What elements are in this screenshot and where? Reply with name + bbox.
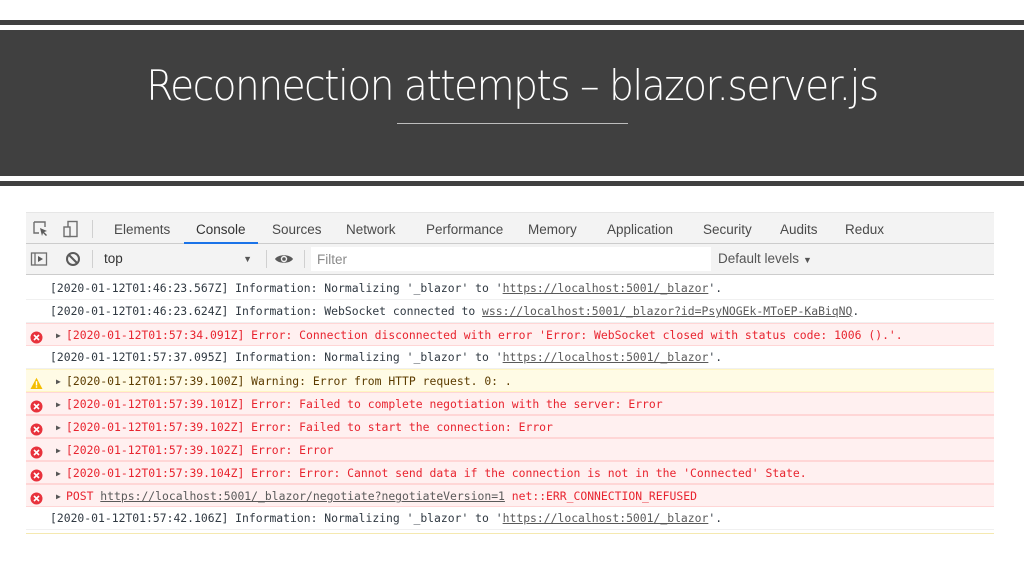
- error-icon: [30, 467, 43, 482]
- message-text: [2020-01-12T01:57:39.100Z] Warning: Erro…: [66, 374, 512, 388]
- console-message-info: [2020-01-12T01:46:23.567Z] Information: …: [26, 277, 994, 300]
- inspect-element-icon[interactable]: [32, 220, 50, 238]
- bottom-divider-bar: [0, 181, 1024, 186]
- devtools-panel: Elements Console Sources Network Performance…: [26, 212, 994, 534]
- log-levels-dropdown[interactable]: Default levels ▼: [718, 244, 812, 274]
- error-icon: [30, 329, 43, 344]
- error-icon: [30, 398, 43, 413]
- tab-console[interactable]: Console: [184, 213, 258, 244]
- console-message-error[interactable]: ▶ [2020-01-12T01:57:39.102Z] Error: Faile…: [26, 415, 994, 438]
- console-message-error[interactable]: ▶ [2020-01-12T01:57:39.101Z] Error: Faile…: [26, 392, 994, 415]
- expand-triangle-icon[interactable]: ▶: [56, 393, 66, 414]
- filter-field: [311, 247, 711, 271]
- message-text: [2020-01-12T01:57:39.104Z] Error: Error:…: [66, 466, 807, 480]
- message-text: [2020-01-12T01:46:23.624Z] Information: …: [50, 304, 483, 318]
- console-message-info: [2020-01-12T01:57:42.106Z] Information: …: [26, 507, 994, 530]
- chevron-down-icon: ▼: [803, 255, 812, 265]
- top-divider-bar: [0, 20, 1024, 25]
- message-suffix: '.: [708, 511, 723, 525]
- message-link[interactable]: https://localhost:5001/_blazor: [503, 350, 709, 364]
- filter-input[interactable]: [311, 247, 711, 271]
- message-suffix: '.: [708, 281, 723, 295]
- tab-redux[interactable]: Redux: [833, 213, 896, 244]
- live-expression-icon[interactable]: [274, 250, 293, 268]
- toolbar-separator: [304, 250, 305, 268]
- tab-elements[interactable]: Elements: [102, 213, 182, 244]
- message-text: [2020-01-12T01:57:39.102Z] Error: Failed…: [66, 420, 553, 434]
- message-text: [2020-01-12T01:57:34.091Z] Error: Connec…: [66, 328, 903, 342]
- error-icon: [30, 444, 43, 459]
- message-text: [2020-01-12T01:57:39.102Z] Error: Error: [66, 443, 334, 457]
- console-message-info: [2020-01-12T01:57:37.095Z] Information: …: [26, 346, 994, 369]
- toolbar-separator: [92, 220, 93, 238]
- expand-triangle-icon[interactable]: ▶: [56, 439, 66, 460]
- expand-triangle-icon[interactable]: ▶: [56, 485, 66, 506]
- log-levels-label: Default levels: [718, 251, 800, 266]
- message-link[interactable]: https://localhost:5001/_blazor/negotiate…: [100, 489, 505, 503]
- console-message-error[interactable]: ▶ [2020-01-12T01:57:39.102Z] Error: Error: [26, 438, 994, 461]
- tab-audits[interactable]: Audits: [768, 213, 830, 244]
- expand-triangle-icon[interactable]: ▶: [56, 462, 66, 483]
- message-suffix: net::ERR_CONNECTION_REFUSED: [504, 489, 697, 503]
- expand-triangle-icon[interactable]: ▶: [56, 416, 66, 437]
- error-icon: [30, 421, 43, 436]
- tab-performance[interactable]: Performance: [414, 213, 515, 244]
- message-suffix: '.: [708, 350, 723, 364]
- expand-triangle-icon[interactable]: ▶: [56, 324, 66, 345]
- toolbar-separator: [92, 250, 93, 268]
- chevron-down-icon: ▼: [243, 254, 252, 264]
- message-suffix: .: [852, 304, 860, 318]
- show-sidebar-icon[interactable]: [30, 250, 48, 268]
- console-messages: [2020-01-12T01:46:23.567Z] Information: …: [26, 277, 994, 530]
- tab-network[interactable]: Network: [334, 213, 408, 244]
- slide-title: Reconnection attempts – blazor.server.js: [146, 61, 879, 110]
- tab-application[interactable]: Application: [595, 213, 685, 244]
- expand-triangle-icon[interactable]: ▶: [56, 370, 66, 391]
- message-text: [2020-01-12T01:57:37.095Z] Information: …: [50, 350, 503, 364]
- tab-security[interactable]: Security: [691, 213, 764, 244]
- warning-icon: [30, 375, 43, 389]
- console-message-error[interactable]: ▶ [2020-01-12T01:57:39.104Z] Error: Error…: [26, 461, 994, 484]
- console-message-error[interactable]: ▶ POST https://localhost:5001/_blazor/neg…: [26, 484, 994, 507]
- console-message-error[interactable]: ▶ [2020-01-12T01:57:34.091Z] Error: Conne…: [26, 323, 994, 346]
- console-prompt-divider: [26, 533, 994, 534]
- message-link[interactable]: wss://localhost:5001/_blazor?id=PsyNOGEk…: [482, 304, 852, 318]
- console-message-warning[interactable]: ▶ [2020-01-12T01:57:39.100Z] Warning: Err…: [26, 369, 994, 392]
- title-underline: [397, 123, 628, 124]
- message-link[interactable]: https://localhost:5001/_blazor: [503, 511, 709, 525]
- tab-memory[interactable]: Memory: [516, 213, 589, 244]
- devtools-tabbar: Elements Console Sources Network Performance…: [26, 212, 994, 244]
- clear-console-icon[interactable]: [64, 250, 82, 268]
- message-text: [2020-01-12T01:46:23.567Z] Information: …: [50, 281, 503, 295]
- context-selector-value: top: [104, 251, 123, 266]
- message-text: POST: [66, 489, 101, 503]
- message-link[interactable]: https://localhost:5001/_blazor: [503, 281, 709, 295]
- message-text: [2020-01-12T01:57:39.101Z] Error: Failed…: [66, 397, 663, 411]
- console-toolbar: top ▼ Default levels▼: [26, 244, 994, 275]
- context-selector[interactable]: top ▼: [98, 244, 258, 274]
- toolbar-separator: [266, 250, 267, 268]
- error-icon: [30, 490, 43, 505]
- console-message-info: [2020-01-12T01:46:23.624Z] Information: …: [26, 300, 994, 323]
- message-text: [2020-01-12T01:57:42.106Z] Information: …: [50, 511, 503, 525]
- tab-sources[interactable]: Sources: [260, 213, 334, 244]
- device-toolbar-icon[interactable]: [62, 220, 80, 238]
